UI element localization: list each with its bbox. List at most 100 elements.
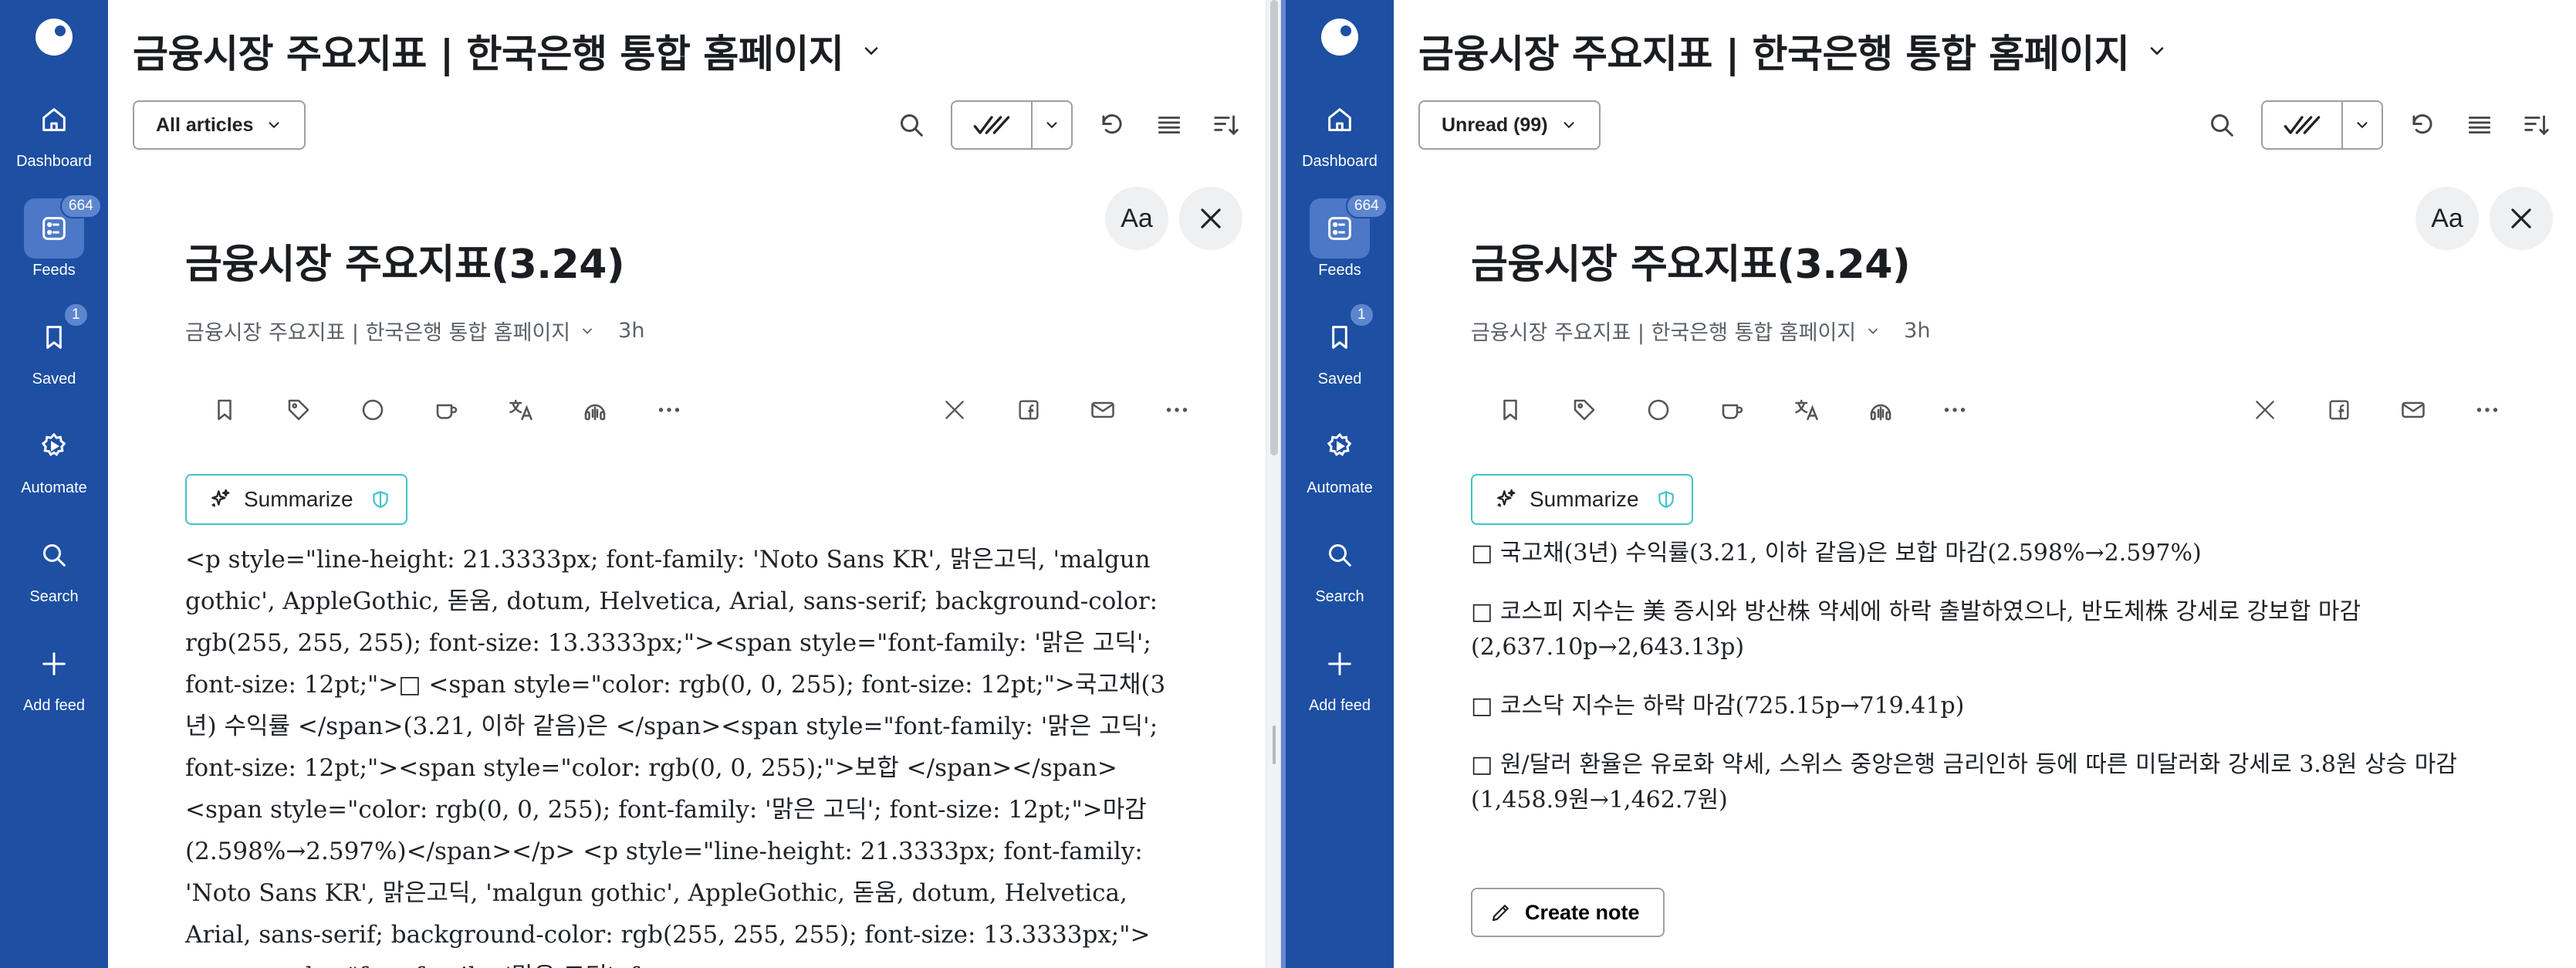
sidebar-label: Automate [1307, 479, 1373, 496]
article-title: 금융시장 주요지표(3.24) [185, 242, 625, 288]
mark-unread-icon[interactable] [355, 392, 390, 428]
chevron-down-icon [265, 117, 282, 134]
article-source[interactable]: 금융시장 주요지표 | 한국은행 통합 홈페이지 [1471, 316, 1856, 346]
more-horizontal-icon[interactable] [651, 392, 687, 428]
article-share-actions [937, 392, 1195, 428]
x-twitter-icon[interactable] [2247, 392, 2283, 428]
search-icon[interactable] [2204, 107, 2240, 143]
chevron-down-icon[interactable] [2146, 39, 2169, 63]
app-logo[interactable] [1321, 19, 1358, 56]
read-later-icon[interactable] [429, 392, 465, 428]
sort-icon[interactable] [1209, 107, 1244, 143]
summarize-label: Summarize [1530, 487, 1639, 511]
x-twitter-icon[interactable] [937, 392, 972, 428]
sidebar-label: Dashboard [16, 153, 92, 170]
sidebar-item-dashboard[interactable]: Dashboard [0, 90, 108, 171]
sidebar-item-automate[interactable]: Automate [0, 416, 108, 497]
sidebar-item-search[interactable]: Search [0, 525, 108, 606]
sidebar-item-saved[interactable]: 1 Saved [0, 303, 108, 388]
create-note-button[interactable]: Create note [1471, 888, 1665, 937]
mark-unread-icon[interactable] [1641, 392, 1676, 428]
article-actions-left [1471, 392, 1973, 428]
saved-count-badge: 1 [1349, 303, 1374, 327]
text-to-speech-icon[interactable] [1863, 392, 1898, 428]
search-icon[interactable] [894, 107, 929, 143]
sidebar: Dashboard 664 Feeds 1 Saved Automate Sea… [0, 0, 108, 968]
sidebar-item-feeds[interactable]: 664 Feeds [0, 194, 108, 279]
tag-icon[interactable] [281, 392, 316, 428]
feed-title[interactable]: 금융시장 주요지표 | 한국은행 통합 홈페이지 [1418, 23, 2130, 79]
article-filter-dropdown[interactable]: All articles [133, 100, 306, 150]
article-list-toolbar: All articles [133, 100, 1266, 150]
bookmark-icon[interactable] [1493, 392, 1528, 428]
sidebar-item-add-feed[interactable]: Add feed [1286, 634, 1394, 715]
email-icon[interactable] [2395, 392, 2431, 428]
article-filter-dropdown[interactable]: Unread (99) [1418, 100, 1601, 150]
feed-header: 금융시장 주요지표 | 한국은행 통합 홈페이지 [133, 26, 1266, 76]
filter-label: Unread (99) [1442, 113, 1548, 136]
article-source[interactable]: 금융시장 주요지표 | 한국은행 통합 홈페이지 [185, 316, 570, 346]
toolbar-actions [894, 100, 1244, 150]
sidebar-item-saved[interactable]: 1 Saved [1286, 303, 1394, 388]
article-action-bar [1471, 391, 2545, 429]
article-list-toolbar: Unread (99) [1418, 100, 2576, 150]
article-paragraph: □ 원/달러 환율은 유로화 약세, 스위스 중앙은행 금리인하 등에 따른 미… [1471, 751, 2458, 814]
sidebar-item-automate[interactable]: Automate [1286, 416, 1394, 497]
sidebar-item-add-feed[interactable]: Add feed [0, 634, 108, 715]
list-view-icon[interactable] [1151, 107, 1187, 143]
sidebar-label: Add feed [22, 697, 86, 714]
sort-icon[interactable] [2519, 107, 2554, 143]
app-logo[interactable] [35, 19, 73, 56]
feeds-count-badge: 664 [1346, 194, 1388, 218]
sidebar-label: Search [29, 588, 79, 605]
read-later-icon[interactable] [1715, 392, 1750, 428]
refresh-icon[interactable] [1094, 107, 1130, 143]
sidebar-item-search[interactable]: Search [1286, 525, 1394, 606]
feed-title[interactable]: 금융시장 주요지표 | 한국은행 통합 홈페이지 [133, 23, 844, 79]
summarize-button[interactable]: Summarize [185, 474, 407, 525]
main-panel: 금융시장 주요지표 | 한국은행 통합 홈페이지 Unread (99) Aa … [1394, 0, 2576, 968]
article-paragraph: □ 코스닥 지수는 하락 마감(725.15p→719.41p) [1471, 692, 1965, 719]
tag-icon[interactable] [1567, 392, 1602, 428]
pencil-icon [1489, 901, 1513, 924]
more-horizontal-icon[interactable] [1937, 392, 1973, 428]
article-share-actions [2247, 392, 2505, 428]
translate-icon[interactable] [1789, 392, 1824, 428]
sidebar-label: Saved [32, 371, 76, 388]
chevron-down-icon[interactable] [2343, 102, 2382, 148]
summarize-button[interactable]: Summarize [1471, 474, 1693, 525]
automate-icon [24, 416, 84, 476]
splitter-grip[interactable] [1273, 726, 1276, 764]
bookmark-icon[interactable] [207, 392, 242, 428]
search-icon [24, 525, 84, 585]
automate-icon [1310, 416, 1370, 476]
sidebar-item-feeds[interactable]: 664 Feeds [1286, 194, 1394, 279]
right-window: Dashboard 664 Feeds 1 Saved Automate Sea… [1281, 0, 2576, 968]
translate-icon[interactable] [503, 392, 539, 428]
sparkles-icon [1494, 487, 1519, 512]
scrollbar-thumb[interactable] [1270, 0, 1278, 455]
mark-all-read-icon[interactable] [952, 102, 1033, 148]
list-view-icon[interactable] [2462, 107, 2497, 143]
article-age: 3h [1904, 319, 1931, 343]
window-splitter[interactable] [1266, 0, 1281, 968]
chevron-down-icon[interactable] [860, 39, 884, 63]
text-to-speech-icon[interactable] [577, 392, 613, 428]
sparkles-icon [208, 487, 233, 512]
chevron-down-icon[interactable] [1865, 323, 1881, 339]
article-action-bar [185, 391, 1235, 429]
email-icon[interactable] [1085, 392, 1121, 428]
facebook-icon[interactable] [1011, 392, 1046, 428]
sidebar-label: Feeds [1318, 262, 1361, 279]
mark-all-read-icon[interactable] [2263, 102, 2343, 148]
chevron-down-icon[interactable] [580, 323, 595, 339]
sidebar-label: Automate [21, 479, 87, 496]
mark-as-read-split-button [2261, 100, 2383, 150]
sidebar-item-dashboard[interactable]: Dashboard [1286, 90, 1394, 171]
refresh-icon[interactable] [2405, 107, 2440, 143]
more-horizontal-icon[interactable] [2470, 392, 2505, 428]
more-horizontal-icon[interactable] [1159, 392, 1195, 428]
chevron-down-icon[interactable] [1033, 102, 1071, 148]
facebook-icon[interactable] [2321, 392, 2357, 428]
search-icon [1310, 525, 1370, 585]
